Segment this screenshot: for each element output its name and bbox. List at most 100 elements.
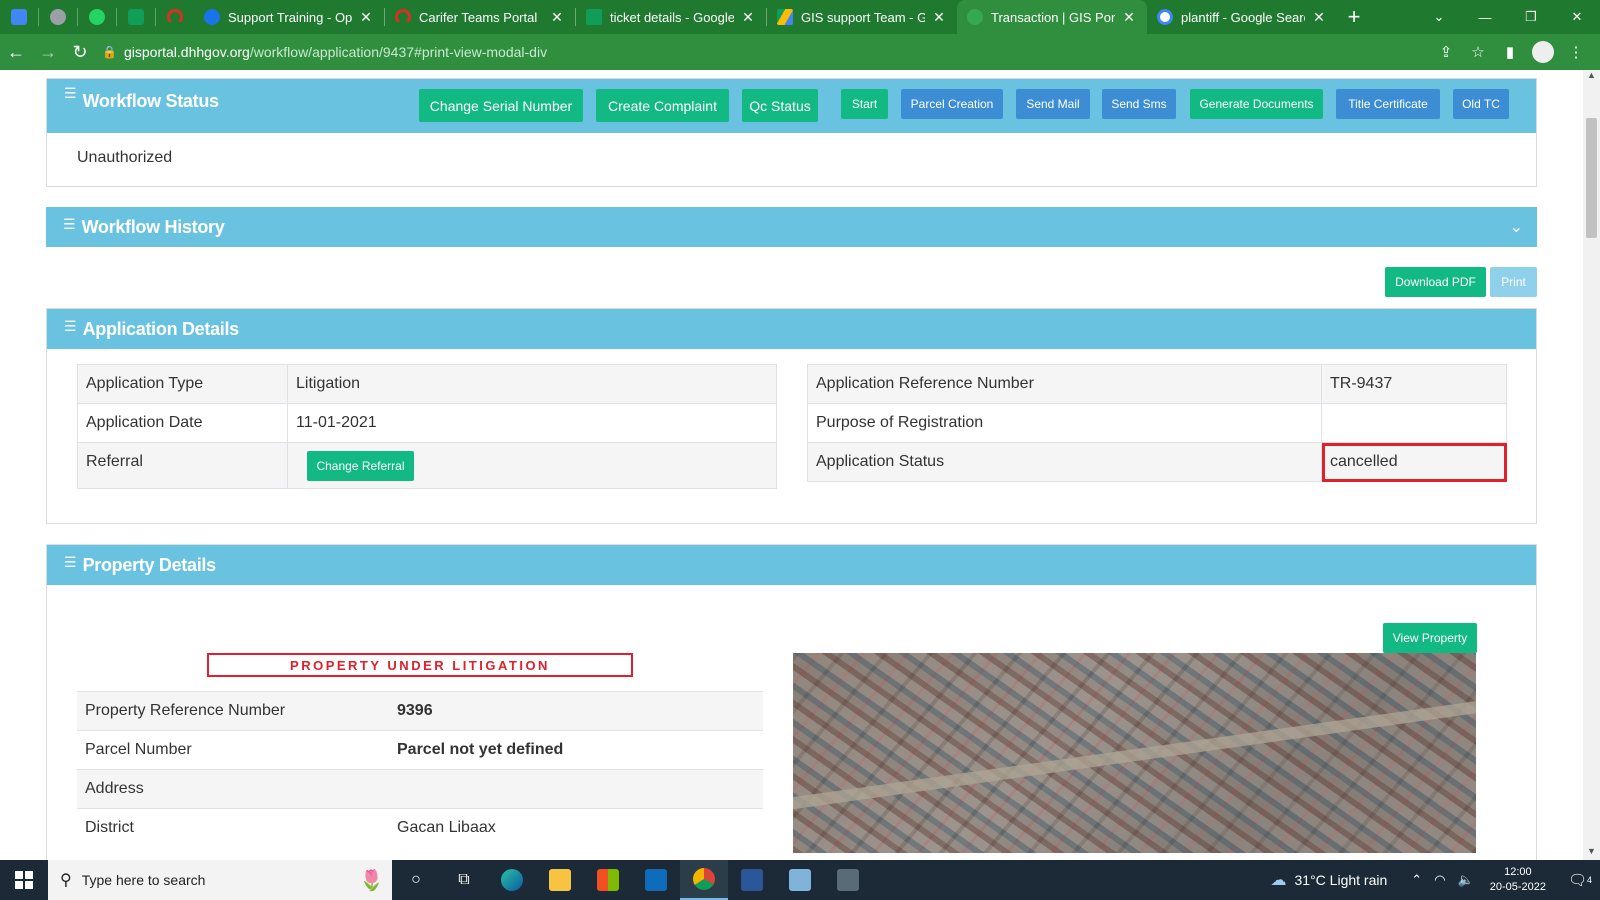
bookmark-star-icon[interactable]: ☆: [1462, 43, 1494, 61]
store-icon[interactable]: [584, 860, 632, 900]
page-viewport: ☰ Workflow Status Change Serial Number C…: [0, 70, 1583, 860]
browser-tab[interactable]: Support Training - Ope ✕: [194, 0, 384, 34]
start-button[interactable]: Start: [841, 89, 888, 119]
reload-icon[interactable]: ↻: [64, 34, 96, 70]
clock-date: 20-05-2022: [1489, 881, 1546, 893]
browser-tab-strip: Support Training - Ope ✕ Carifer Teams P…: [0, 0, 1600, 34]
window-controls: ⌄ — ❐ ✕: [1416, 0, 1600, 34]
word-icon[interactable]: [728, 860, 776, 900]
back-icon[interactable]: ←: [0, 34, 32, 70]
start-button[interactable]: [0, 860, 48, 900]
close-tab-icon[interactable]: ✕: [549, 9, 565, 26]
wifi-icon[interactable]: ◠: [1434, 872, 1445, 888]
list-icon: ☰: [64, 553, 77, 570]
field-value: Gacan Libaax: [389, 808, 763, 848]
field-label: Purpose of Registration: [807, 403, 1322, 443]
title-certificate-button[interactable]: Title Certificate: [1336, 89, 1440, 119]
change-serial-number-button[interactable]: Change Serial Number: [419, 89, 583, 122]
qc-status-button[interactable]: Qc Status: [742, 89, 818, 122]
pinned-tab-sheets[interactable]: [117, 0, 155, 34]
close-tab-icon[interactable]: ✕: [931, 9, 947, 26]
old-tc-button[interactable]: Old TC: [1453, 89, 1509, 119]
print-button[interactable]: Print: [1490, 267, 1537, 297]
panel-title: Workflow History: [81, 216, 225, 237]
field-value: Change Referral: [287, 442, 777, 489]
chevron-down-icon[interactable]: ⌄: [1510, 217, 1523, 237]
table-row: Application Status cancelled: [807, 442, 1507, 482]
table-row: District Gacan Libaax: [77, 808, 763, 848]
windows-taskbar: ⚲ Type here to search 🌷 ○ ⧉ ☁ 31°C Light…: [0, 860, 1600, 900]
close-tab-icon[interactable]: ✕: [358, 9, 374, 26]
tab-favicon-icon: [586, 9, 602, 25]
panel-header[interactable]: ☰ Workflow History ⌄: [46, 207, 1537, 247]
close-window-icon[interactable]: ✕: [1554, 0, 1600, 34]
send-mail-button[interactable]: Send Mail: [1016, 89, 1090, 119]
taskbar-search-box[interactable]: ⚲ Type here to search 🌷: [48, 860, 392, 900]
file-explorer-icon[interactable]: [536, 860, 584, 900]
close-tab-icon[interactable]: ✕: [740, 9, 756, 26]
restore-icon[interactable]: ❐: [1508, 0, 1554, 34]
system-tray: ☁ 31°C Light rain ⌃ ◠ 🔈 12:00 20-05-2022…: [1271, 860, 1600, 900]
mail-icon[interactable]: [632, 860, 680, 900]
chrome-icon[interactable]: [680, 860, 728, 900]
satellite-map-image[interactable]: [793, 653, 1476, 853]
minimize-icon[interactable]: —: [1462, 0, 1508, 34]
share-icon[interactable]: ⇪: [1430, 43, 1462, 61]
scrollbar-thumb[interactable]: [1586, 118, 1597, 238]
field-value: TR-9437: [1321, 364, 1507, 404]
task-view-icon[interactable]: ⧉: [440, 860, 488, 900]
workflow-status-panel: ☰ Workflow Status Change Serial Number C…: [46, 78, 1537, 187]
windows-logo-icon: [15, 871, 33, 889]
perplexity-icon: [50, 9, 66, 25]
calculator-icon[interactable]: [824, 860, 872, 900]
browser-tab[interactable]: Carifer Teams Portal ✕: [385, 0, 575, 34]
weather-widget[interactable]: ☁ 31°C Light rain: [1271, 870, 1388, 890]
forward-icon[interactable]: →: [32, 34, 64, 70]
pinned-tab-perplexity[interactable]: [39, 0, 77, 34]
pinned-tab-red[interactable]: [156, 0, 194, 34]
chevron-up-icon[interactable]: ⌃: [1411, 872, 1422, 888]
create-complaint-button[interactable]: Create Complaint: [596, 89, 729, 122]
send-sms-button[interactable]: Send Sms: [1102, 89, 1176, 119]
address-bar[interactable]: 🔒 gisportal.dhhgov.org/workflow/applicat…: [102, 38, 1402, 66]
pinned-tab-whatsapp[interactable]: [78, 0, 116, 34]
clock-time: 12:00: [1504, 866, 1532, 878]
generate-documents-button[interactable]: Generate Documents: [1190, 89, 1323, 119]
download-pdf-button[interactable]: Download PDF: [1385, 267, 1486, 297]
pinned-tab-docs[interactable]: [0, 0, 38, 34]
parcel-creation-button[interactable]: Parcel Creation: [901, 89, 1003, 119]
tab-favicon-icon: [967, 9, 983, 25]
tab-title: Transaction | GIS Portal: [991, 9, 1115, 25]
notification-center-icon[interactable]: 🗨 4: [1560, 860, 1600, 900]
change-referral-button[interactable]: Change Referral: [307, 450, 414, 481]
side-panel-icon[interactable]: ▮: [1494, 43, 1526, 61]
volume-icon[interactable]: 🔈: [1458, 872, 1474, 888]
tab-title: Support Training - Ope: [228, 9, 352, 25]
scroll-up-icon[interactable]: ▲: [1583, 70, 1600, 84]
page-scrollbar[interactable]: ▲ ▼: [1583, 70, 1600, 860]
scroll-down-icon[interactable]: ▼: [1583, 846, 1600, 860]
table-row: Purpose of Registration: [807, 403, 1507, 443]
weather-text: 31°C Light rain: [1294, 872, 1388, 888]
browser-tab[interactable]: plantiff - Google Search ✕: [1147, 0, 1337, 34]
browser-tab[interactable]: GIS support Team - Go ✕: [767, 0, 957, 34]
tab-favicon-icon: [395, 9, 411, 25]
notepad-icon[interactable]: [776, 860, 824, 900]
cortana-icon[interactable]: ○: [392, 860, 440, 900]
view-property-button[interactable]: View Property: [1383, 623, 1477, 653]
tab-title: Carifer Teams Portal: [419, 9, 538, 25]
menu-kebab-icon[interactable]: ⋮: [1560, 43, 1592, 61]
taskbar-clock[interactable]: 12:00 20-05-2022: [1490, 865, 1546, 895]
lock-icon[interactable]: 🔒: [102, 45, 124, 59]
profile-avatar[interactable]: [1532, 41, 1554, 63]
field-label: Property Reference Number: [77, 691, 389, 731]
close-tab-icon[interactable]: ✕: [1121, 9, 1137, 26]
browser-tab[interactable]: ticket details - Google S ✕: [576, 0, 766, 34]
edge-icon[interactable]: [488, 860, 536, 900]
close-tab-icon[interactable]: ✕: [1311, 9, 1327, 26]
new-tab-button[interactable]: +: [1337, 0, 1371, 34]
browser-tab-active[interactable]: Transaction | GIS Portal ✕: [957, 0, 1147, 34]
url-host: gisportal.dhhgov.org: [124, 44, 250, 60]
tab-search-icon[interactable]: ⌄: [1416, 0, 1462, 34]
workflow-history-panel[interactable]: ☰ Workflow History ⌄: [46, 207, 1537, 248]
